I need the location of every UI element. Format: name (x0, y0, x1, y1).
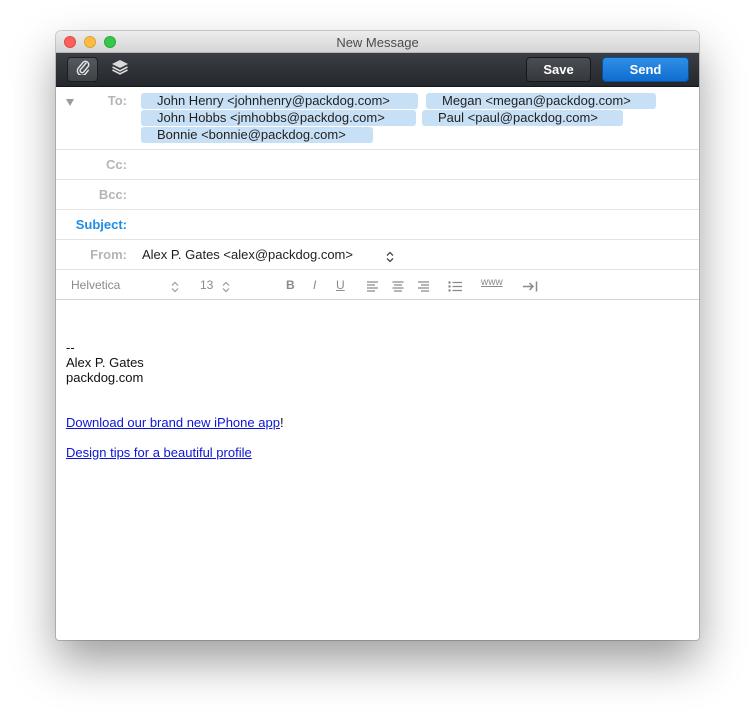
iphone-app-link[interactable]: Download our brand new iPhone app (66, 415, 280, 430)
save-button[interactable]: Save (526, 57, 591, 82)
recipient-token[interactable]: Bonnie <bonnie@packdog.com> (141, 127, 373, 143)
title-bar: New Message (56, 31, 699, 53)
compose-window: New Message Save Send To: John Henry <jo… (56, 31, 699, 640)
updown-chevron-icon[interactable] (386, 250, 394, 263)
cc-label: Cc: (106, 157, 127, 172)
bold-button[interactable]: B (286, 278, 295, 292)
send-button[interactable]: Send (602, 57, 689, 82)
stationery-button[interactable] (108, 57, 132, 82)
from-field-row: From: Alex P. Gates <alex@packdog.com> (56, 240, 699, 270)
bcc-label: Bcc: (98, 187, 127, 202)
align-center-icon[interactable] (392, 279, 404, 297)
cc-field-row[interactable]: Cc: (56, 150, 699, 180)
attach-button[interactable] (67, 57, 98, 82)
signature-name: Alex P. Gates (66, 355, 144, 370)
to-field-row: To: John Henry <johnhenry@packdog.com> M… (56, 87, 699, 150)
from-label: From: (90, 247, 127, 262)
updown-chevron-icon[interactable] (171, 280, 179, 293)
insert-link-button[interactable]: www (481, 277, 503, 288)
recipient-token[interactable]: Megan <megan@packdog.com> (426, 93, 656, 109)
toolbar: Save Send (56, 53, 699, 87)
format-bar: Helvetica 13 B I U www (56, 270, 699, 300)
underline-button[interactable]: U (336, 278, 345, 292)
align-right-icon[interactable] (417, 279, 429, 297)
subject-label: Subject: (75, 217, 127, 232)
signature-site: packdog.com (66, 370, 144, 385)
recipient-token[interactable]: Paul <paul@packdog.com> (422, 110, 623, 126)
updown-chevron-icon[interactable] (222, 280, 230, 293)
app-promo-line: Download our brand new iPhone app! (66, 415, 284, 430)
tips-line: Design tips for a beautiful profile (66, 445, 252, 460)
to-label: To: (107, 93, 127, 108)
signature-separator: -- (66, 340, 75, 355)
disclosure-triangle-icon[interactable] (66, 99, 74, 106)
bcc-field-row[interactable]: Bcc: (56, 180, 699, 210)
layers-icon (111, 59, 129, 80)
from-account-select[interactable]: Alex P. Gates <alex@packdog.com> (142, 247, 353, 262)
window-title: New Message (336, 35, 419, 50)
italic-button[interactable]: I (313, 278, 316, 292)
font-size-select[interactable]: 13 (200, 278, 213, 292)
design-tips-link[interactable]: Design tips for a beautiful profile (66, 445, 252, 460)
subject-field-row[interactable]: Subject: (56, 210, 699, 240)
bullet-list-icon[interactable] (448, 279, 462, 297)
app-link-suffix: ! (279, 415, 284, 430)
recipient-token[interactable]: John Henry <johnhenry@packdog.com> (141, 93, 418, 109)
recipient-token[interactable]: John Hobbs <jmhobbs@packdog.com> (141, 110, 416, 126)
indent-arrow-icon[interactable] (523, 279, 539, 297)
paperclip-icon (76, 59, 90, 80)
font-family-select[interactable]: Helvetica (71, 278, 120, 292)
align-left-icon[interactable] (367, 279, 379, 297)
